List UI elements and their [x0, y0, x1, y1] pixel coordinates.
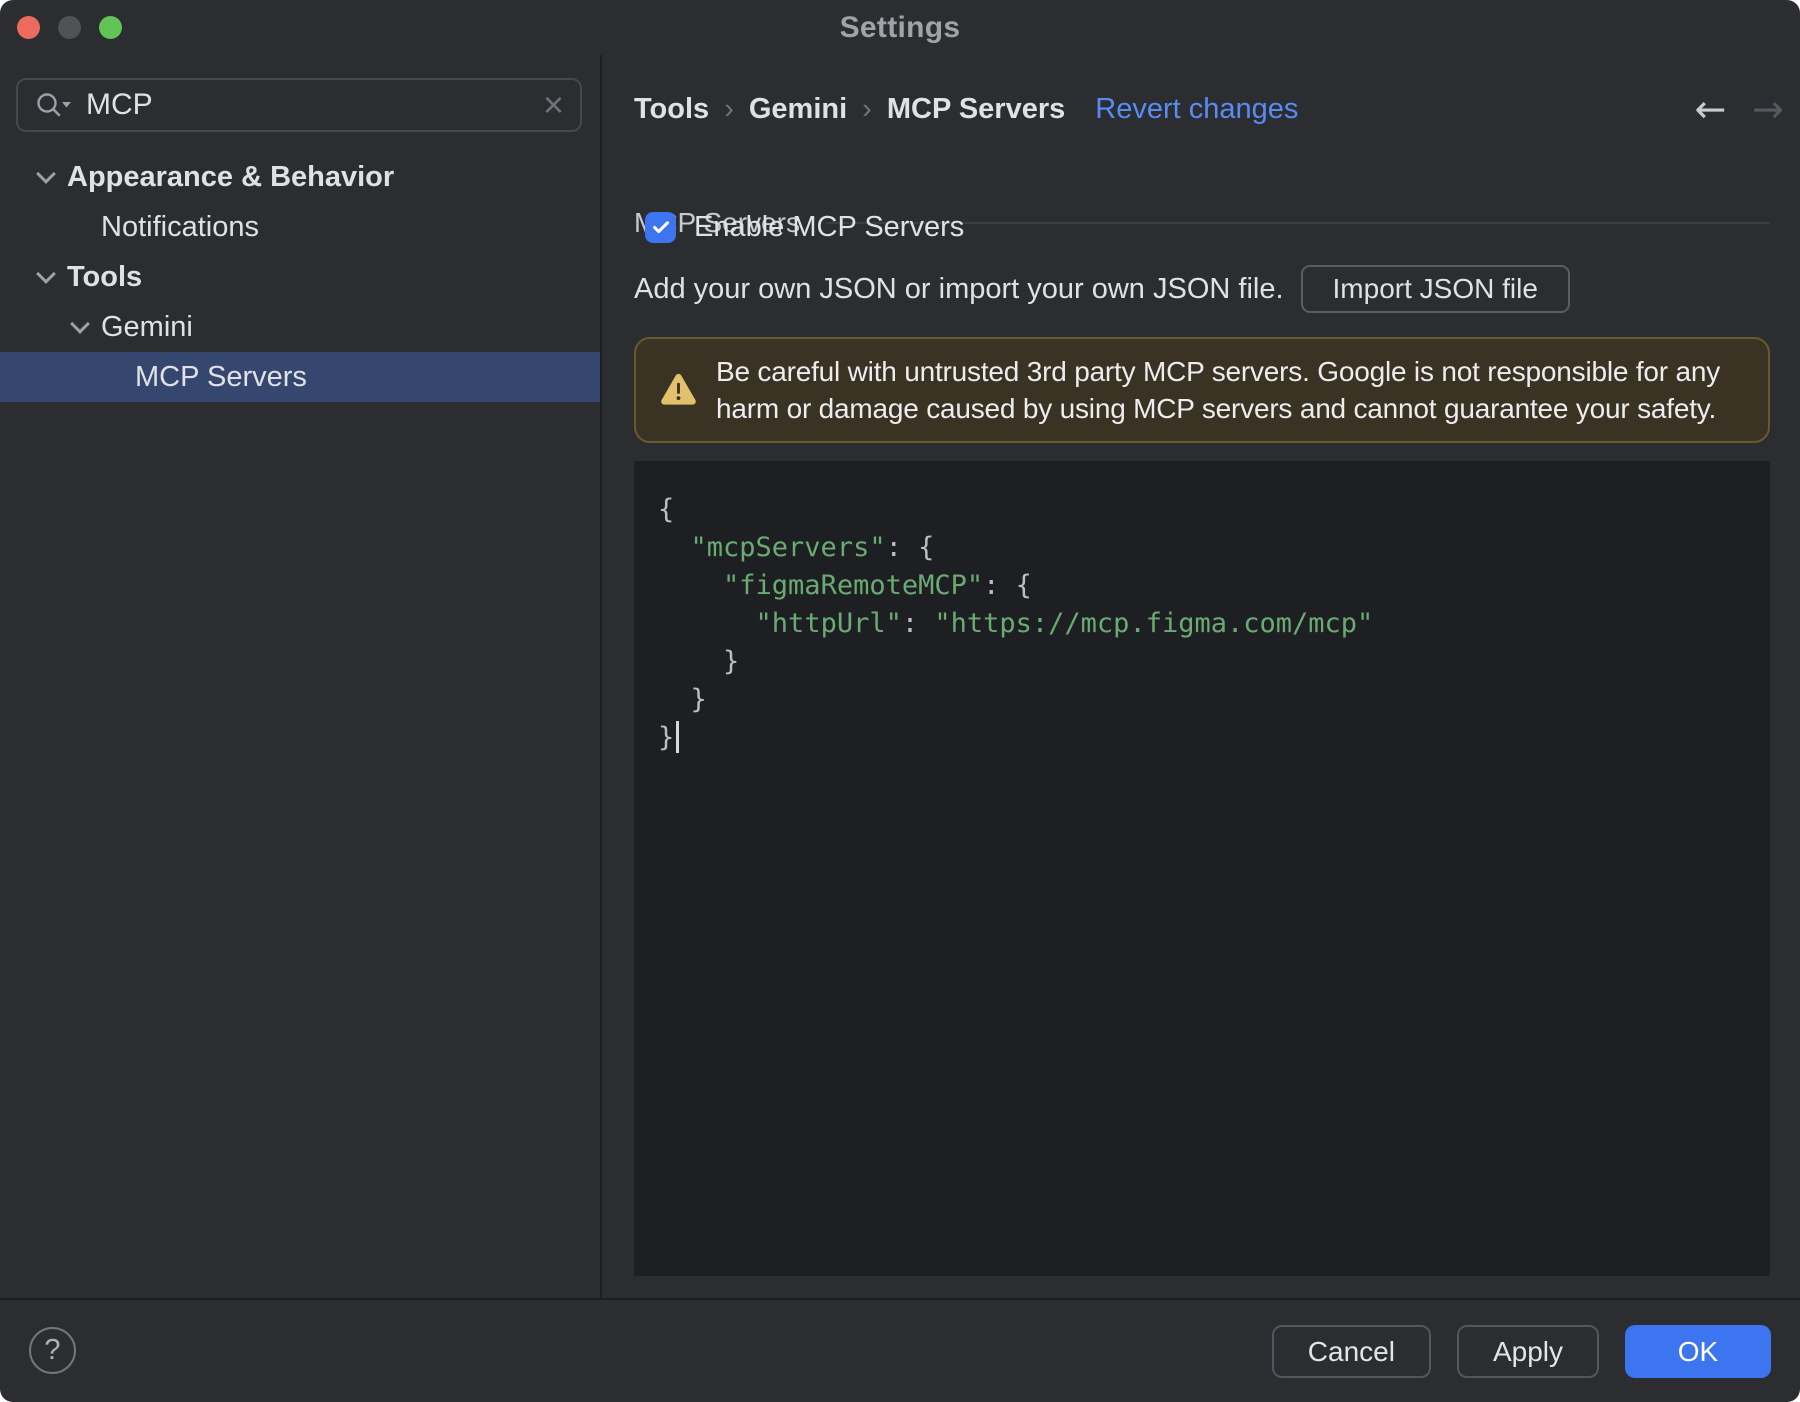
- json-editor[interactable]: { "mcpServers": { "figmaRemoteMCP": { "h…: [634, 461, 1770, 1276]
- code-line: "figmaRemoteMCP": {: [723, 570, 1032, 601]
- enable-mcp-checkbox[interactable]: [645, 211, 676, 243]
- titlebar: Settings: [0, 0, 1800, 55]
- revert-changes-link[interactable]: Revert changes: [1095, 93, 1298, 126]
- breadcrumb-separator: ›: [724, 92, 734, 125]
- breadcrumb-mcp-servers[interactable]: MCP Servers: [887, 93, 1065, 126]
- sidebar-item-label: Notifications: [101, 210, 259, 243]
- chevron-down-icon[interactable]: [37, 167, 67, 187]
- text-cursor: [676, 720, 680, 753]
- minimize-window-button[interactable]: [58, 16, 81, 39]
- json-code: { "mcpServers": { "figmaRemoteMCP": { "h…: [658, 491, 1770, 757]
- footer-bar: ? Cancel Apply OK: [0, 1298, 1800, 1402]
- checkmark-icon: [652, 221, 669, 234]
- search-icon[interactable]: [33, 89, 73, 121]
- sidebar-item-tools[interactable]: Tools: [0, 252, 600, 302]
- clear-search-icon[interactable]: ×: [543, 87, 564, 123]
- settings-content: Tools › Gemini › MCP Servers Revert changes …: [604, 55, 1800, 1298]
- breadcrumb: Tools › Gemini › MCP Servers: [634, 93, 1065, 126]
- code-line: "httpUrl": "https://mcp.figma.com/mcp": [755, 608, 1374, 639]
- history-nav: ← →: [1694, 90, 1784, 128]
- ok-button[interactable]: OK: [1625, 1325, 1771, 1378]
- code-line: "mcpServers": {: [690, 532, 935, 563]
- zoom-window-button[interactable]: [99, 16, 122, 39]
- question-mark-icon: ?: [44, 1334, 61, 1366]
- cancel-button[interactable]: Cancel: [1271, 1325, 1431, 1378]
- breadcrumb-gemini[interactable]: Gemini: [749, 93, 847, 126]
- help-button[interactable]: ?: [29, 1327, 76, 1374]
- enable-mcp-label: Enable MCP Servers: [694, 210, 965, 243]
- add-json-text: Add your own JSON or import your own JSO…: [634, 272, 1284, 305]
- section-divider: [825, 222, 1770, 224]
- dialog-buttons: Cancel Apply OK: [1271, 1325, 1771, 1378]
- enable-mcp-row[interactable]: Enable MCP Servers: [645, 211, 964, 243]
- close-window-button[interactable]: [17, 16, 40, 39]
- code-line: }: [658, 646, 740, 677]
- sidebar-item-mcp-servers[interactable]: MCP Servers: [0, 352, 600, 402]
- traffic-lights: [17, 16, 122, 39]
- settings-sidebar: × Appearance & Behavior Notifications Tool…: [0, 55, 602, 1298]
- chevron-down-icon: [105, 367, 135, 387]
- code-line: {: [658, 494, 675, 525]
- sidebar-item-label: MCP Servers: [135, 360, 307, 393]
- search-input[interactable]: [86, 88, 543, 122]
- breadcrumb-row: Tools › Gemini › MCP Servers Revert changes …: [634, 87, 1784, 131]
- warning-text: Be careful with untrusted 3rd party MCP …: [716, 356, 1721, 424]
- chevron-down-icon: [71, 217, 101, 237]
- breadcrumb-separator: ›: [862, 92, 872, 125]
- forward-icon[interactable]: →: [1752, 90, 1784, 128]
- search-box[interactable]: ×: [16, 78, 582, 132]
- back-icon[interactable]: ←: [1694, 90, 1726, 128]
- sidebar-item-label: Tools: [67, 260, 143, 293]
- chevron-down-icon[interactable]: [71, 317, 101, 337]
- sidebar-item-gemini[interactable]: Gemini: [0, 302, 600, 352]
- add-json-row: Add your own JSON or import your own JSO…: [634, 265, 1570, 313]
- settings-tree: Appearance & Behavior Notifications Tools G…: [0, 152, 600, 402]
- apply-button[interactable]: Apply: [1456, 1325, 1599, 1378]
- chevron-down-icon[interactable]: [37, 267, 67, 287]
- sidebar-item-label: Appearance & Behavior: [67, 160, 395, 193]
- breadcrumb-tools[interactable]: Tools: [634, 93, 709, 126]
- sidebar-item-label: Gemini: [101, 310, 193, 343]
- sidebar-item-appearance-behavior[interactable]: Appearance & Behavior: [0, 152, 600, 202]
- warning-banner: Be careful with untrusted 3rd party MCP …: [634, 337, 1770, 443]
- sidebar-item-notifications[interactable]: Notifications: [0, 202, 600, 252]
- code-line: }: [658, 719, 1770, 757]
- window-title: Settings: [839, 10, 961, 44]
- import-json-file-button[interactable]: Import JSON file: [1300, 265, 1570, 313]
- code-line: }: [658, 684, 707, 715]
- warning-triangle-icon: [660, 373, 697, 407]
- settings-window: Settings × Appearance & Behavior Notifica…: [0, 0, 1800, 1402]
